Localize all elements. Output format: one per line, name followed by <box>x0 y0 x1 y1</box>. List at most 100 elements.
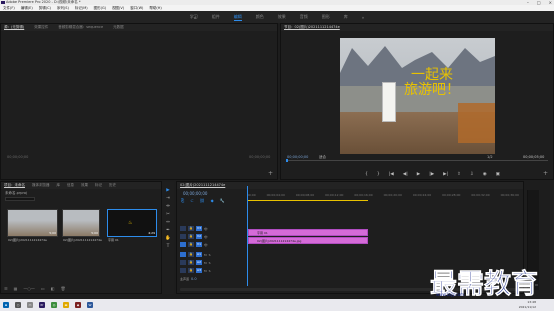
program-playhead[interactable] <box>286 159 288 162</box>
project-search-input[interactable] <box>5 197 35 201</box>
mark-out-icon[interactable]: } <box>377 172 380 177</box>
new-bin-icon[interactable]: ▭ <box>41 286 45 291</box>
more-workspaces-icon[interactable]: » <box>362 15 364 20</box>
program-scrub-bar[interactable] <box>286 160 548 161</box>
workspace-graphics[interactable]: 图形 <box>322 14 330 20</box>
hand-tool-icon[interactable]: ✋ <box>165 236 171 241</box>
program-timecode[interactable]: 00;00;00;00 <box>287 155 308 159</box>
master-value[interactable]: 0.0 <box>191 277 197 281</box>
tab-program[interactable]: 节目：02(图片)2021111214474e <box>284 24 340 31</box>
go-to-out-icon[interactable]: ▶| <box>443 172 448 177</box>
tab-markers[interactable]: 标记 <box>95 182 102 189</box>
lock-icon[interactable]: 🔒 <box>188 226 194 231</box>
tab-history[interactable]: 历史 <box>109 182 116 189</box>
tab-sequence[interactable]: 02(图片)2021111214474e <box>180 182 225 189</box>
lock-icon[interactable]: 🔒 <box>188 268 194 273</box>
trash-icon[interactable]: 🗑 <box>60 286 65 291</box>
tab-project[interactable]: 项目：未命名 <box>4 182 25 189</box>
pen-tool-icon[interactable]: ✒ <box>166 228 170 233</box>
workspace-assembly[interactable]: 组件 <box>212 14 220 20</box>
mute-icon[interactable]: M <box>204 253 207 257</box>
source-patch[interactable] <box>180 252 186 257</box>
tab-info[interactable]: 信息 <box>67 182 74 189</box>
zoom-slider[interactable]: —○— <box>23 286 35 291</box>
word-icon[interactable]: W <box>87 302 93 308</box>
eye-icon[interactable]: 👁 <box>204 227 208 231</box>
project-item-image-1[interactable]: 02(图片)2021111214474e 5;00 <box>7 209 58 242</box>
mute-icon[interactable]: M <box>204 261 207 265</box>
title-clip[interactable]: 字幕 01 <box>248 229 368 236</box>
snap-icon[interactable]: ⊂ <box>190 198 193 203</box>
comparison-icon[interactable]: ▣ <box>496 172 500 177</box>
timeline-playhead[interactable] <box>247 186 248 286</box>
track-label[interactable]: V3 <box>196 226 202 231</box>
tab-source[interactable]: 源：(无剪辑) <box>4 24 24 31</box>
tab-effect-controls[interactable]: 效果控件 <box>34 24 48 31</box>
step-forward-icon[interactable]: |▶ <box>429 172 434 177</box>
folder-icon[interactable]: ▬ <box>63 302 69 308</box>
tab-metadata[interactable]: 元数据 <box>113 24 124 31</box>
premiere-taskbar-icon[interactable]: Pr <box>39 302 45 308</box>
tab-media-browser[interactable]: 媒体浏览器 <box>32 182 50 189</box>
track-select-tool-icon[interactable]: ⇥ <box>166 196 170 201</box>
linked-selection-icon[interactable]: ⛓ <box>200 198 205 203</box>
home-icon[interactable]: ⌂ <box>194 15 197 20</box>
track-label[interactable]: A3 <box>196 268 202 273</box>
selection-tool-icon[interactable]: ▶ <box>166 188 169 193</box>
step-back-icon[interactable]: ◀| <box>403 172 408 177</box>
solo-icon[interactable]: S <box>209 261 211 265</box>
lock-icon[interactable]: 🔒 <box>188 234 194 239</box>
mark-in-icon[interactable]: { <box>365 172 368 177</box>
mute-icon[interactable]: M <box>204 269 207 273</box>
type-tool-icon[interactable]: T <box>167 244 170 249</box>
add-marker-icon[interactable]: ◆ <box>211 198 214 203</box>
eye-icon[interactable]: 👁 <box>204 235 208 239</box>
tab-audio-mixer[interactable]: 音频剪辑混合器：sequence <box>58 24 103 31</box>
start-icon[interactable]: ⊞ <box>3 302 9 308</box>
solo-icon[interactable]: S <box>209 253 211 257</box>
source-patch[interactable] <box>180 268 186 273</box>
track-label[interactable]: V2 <box>196 234 202 239</box>
workspace-editing[interactable]: 编辑 <box>233 14 242 21</box>
extract-icon[interactable]: ⇩ <box>470 172 474 177</box>
source-add-button-icon[interactable]: + <box>268 170 273 177</box>
go-to-in-icon[interactable]: |◀ <box>389 172 394 177</box>
icon-view-icon[interactable]: ▦ <box>14 286 18 291</box>
workspace-effects[interactable]: 效果 <box>278 14 286 20</box>
workspace-audio[interactable]: 音频 <box>300 14 308 20</box>
search-icon[interactable]: ○ <box>15 302 21 308</box>
solo-icon[interactable]: S <box>209 269 211 273</box>
tab-effects[interactable]: 效果 <box>81 182 88 189</box>
source-patch[interactable] <box>180 226 186 231</box>
razor-tool-icon[interactable]: ✂ <box>166 212 170 217</box>
resolution-dropdown[interactable]: 1/2 <box>487 155 493 159</box>
project-item-image-2[interactable]: 02(图片)2021111214474e 5;00 <box>62 209 102 242</box>
export-frame-icon[interactable]: ◉ <box>483 172 487 177</box>
wrench-icon[interactable]: 🔧 <box>220 198 225 203</box>
chrome-icon[interactable]: ◎ <box>51 302 57 308</box>
list-view-icon[interactable]: ☰ <box>4 286 8 291</box>
timeline-timecode[interactable]: 00;00;00;00 <box>183 191 207 196</box>
track-label[interactable]: V1 <box>196 242 202 247</box>
program-monitor-frame[interactable]: 一起来 旅游吧！ <box>340 38 495 154</box>
source-patch[interactable] <box>180 260 186 265</box>
work-area-bar[interactable] <box>248 200 368 201</box>
source-patch[interactable] <box>180 234 186 239</box>
task-view-icon[interactable]: ▭ <box>27 302 33 308</box>
add-button-icon[interactable]: + <box>543 170 548 177</box>
workspace-libraries[interactable]: 库 <box>344 14 348 20</box>
lock-icon[interactable]: 🔒 <box>188 252 194 257</box>
lift-icon[interactable]: ⇧ <box>457 172 461 177</box>
track-label[interactable]: A2 <box>196 260 202 265</box>
image-clip[interactable]: 02(图片)2021111214474e.jpg <box>248 237 368 244</box>
project-item-title[interactable]: ♨︎ 字幕 01 4;29 <box>107 209 157 242</box>
source-patch[interactable] <box>180 242 186 247</box>
workspace-color[interactable]: 颜色 <box>256 14 264 20</box>
lock-icon[interactable]: 🔒 <box>188 260 194 265</box>
title-overlay[interactable]: 一起来 旅游吧！ <box>404 68 460 98</box>
tab-libraries[interactable]: 库 <box>57 182 61 189</box>
slip-tool-icon[interactable]: ↔ <box>166 220 170 225</box>
lock-icon[interactable]: 🔒 <box>188 242 194 247</box>
track-label[interactable]: A1 <box>196 252 202 257</box>
timeline-ruler[interactable]: 00;00 00;00;04;00 00;00;08;00 00;00;12;0… <box>247 193 522 199</box>
